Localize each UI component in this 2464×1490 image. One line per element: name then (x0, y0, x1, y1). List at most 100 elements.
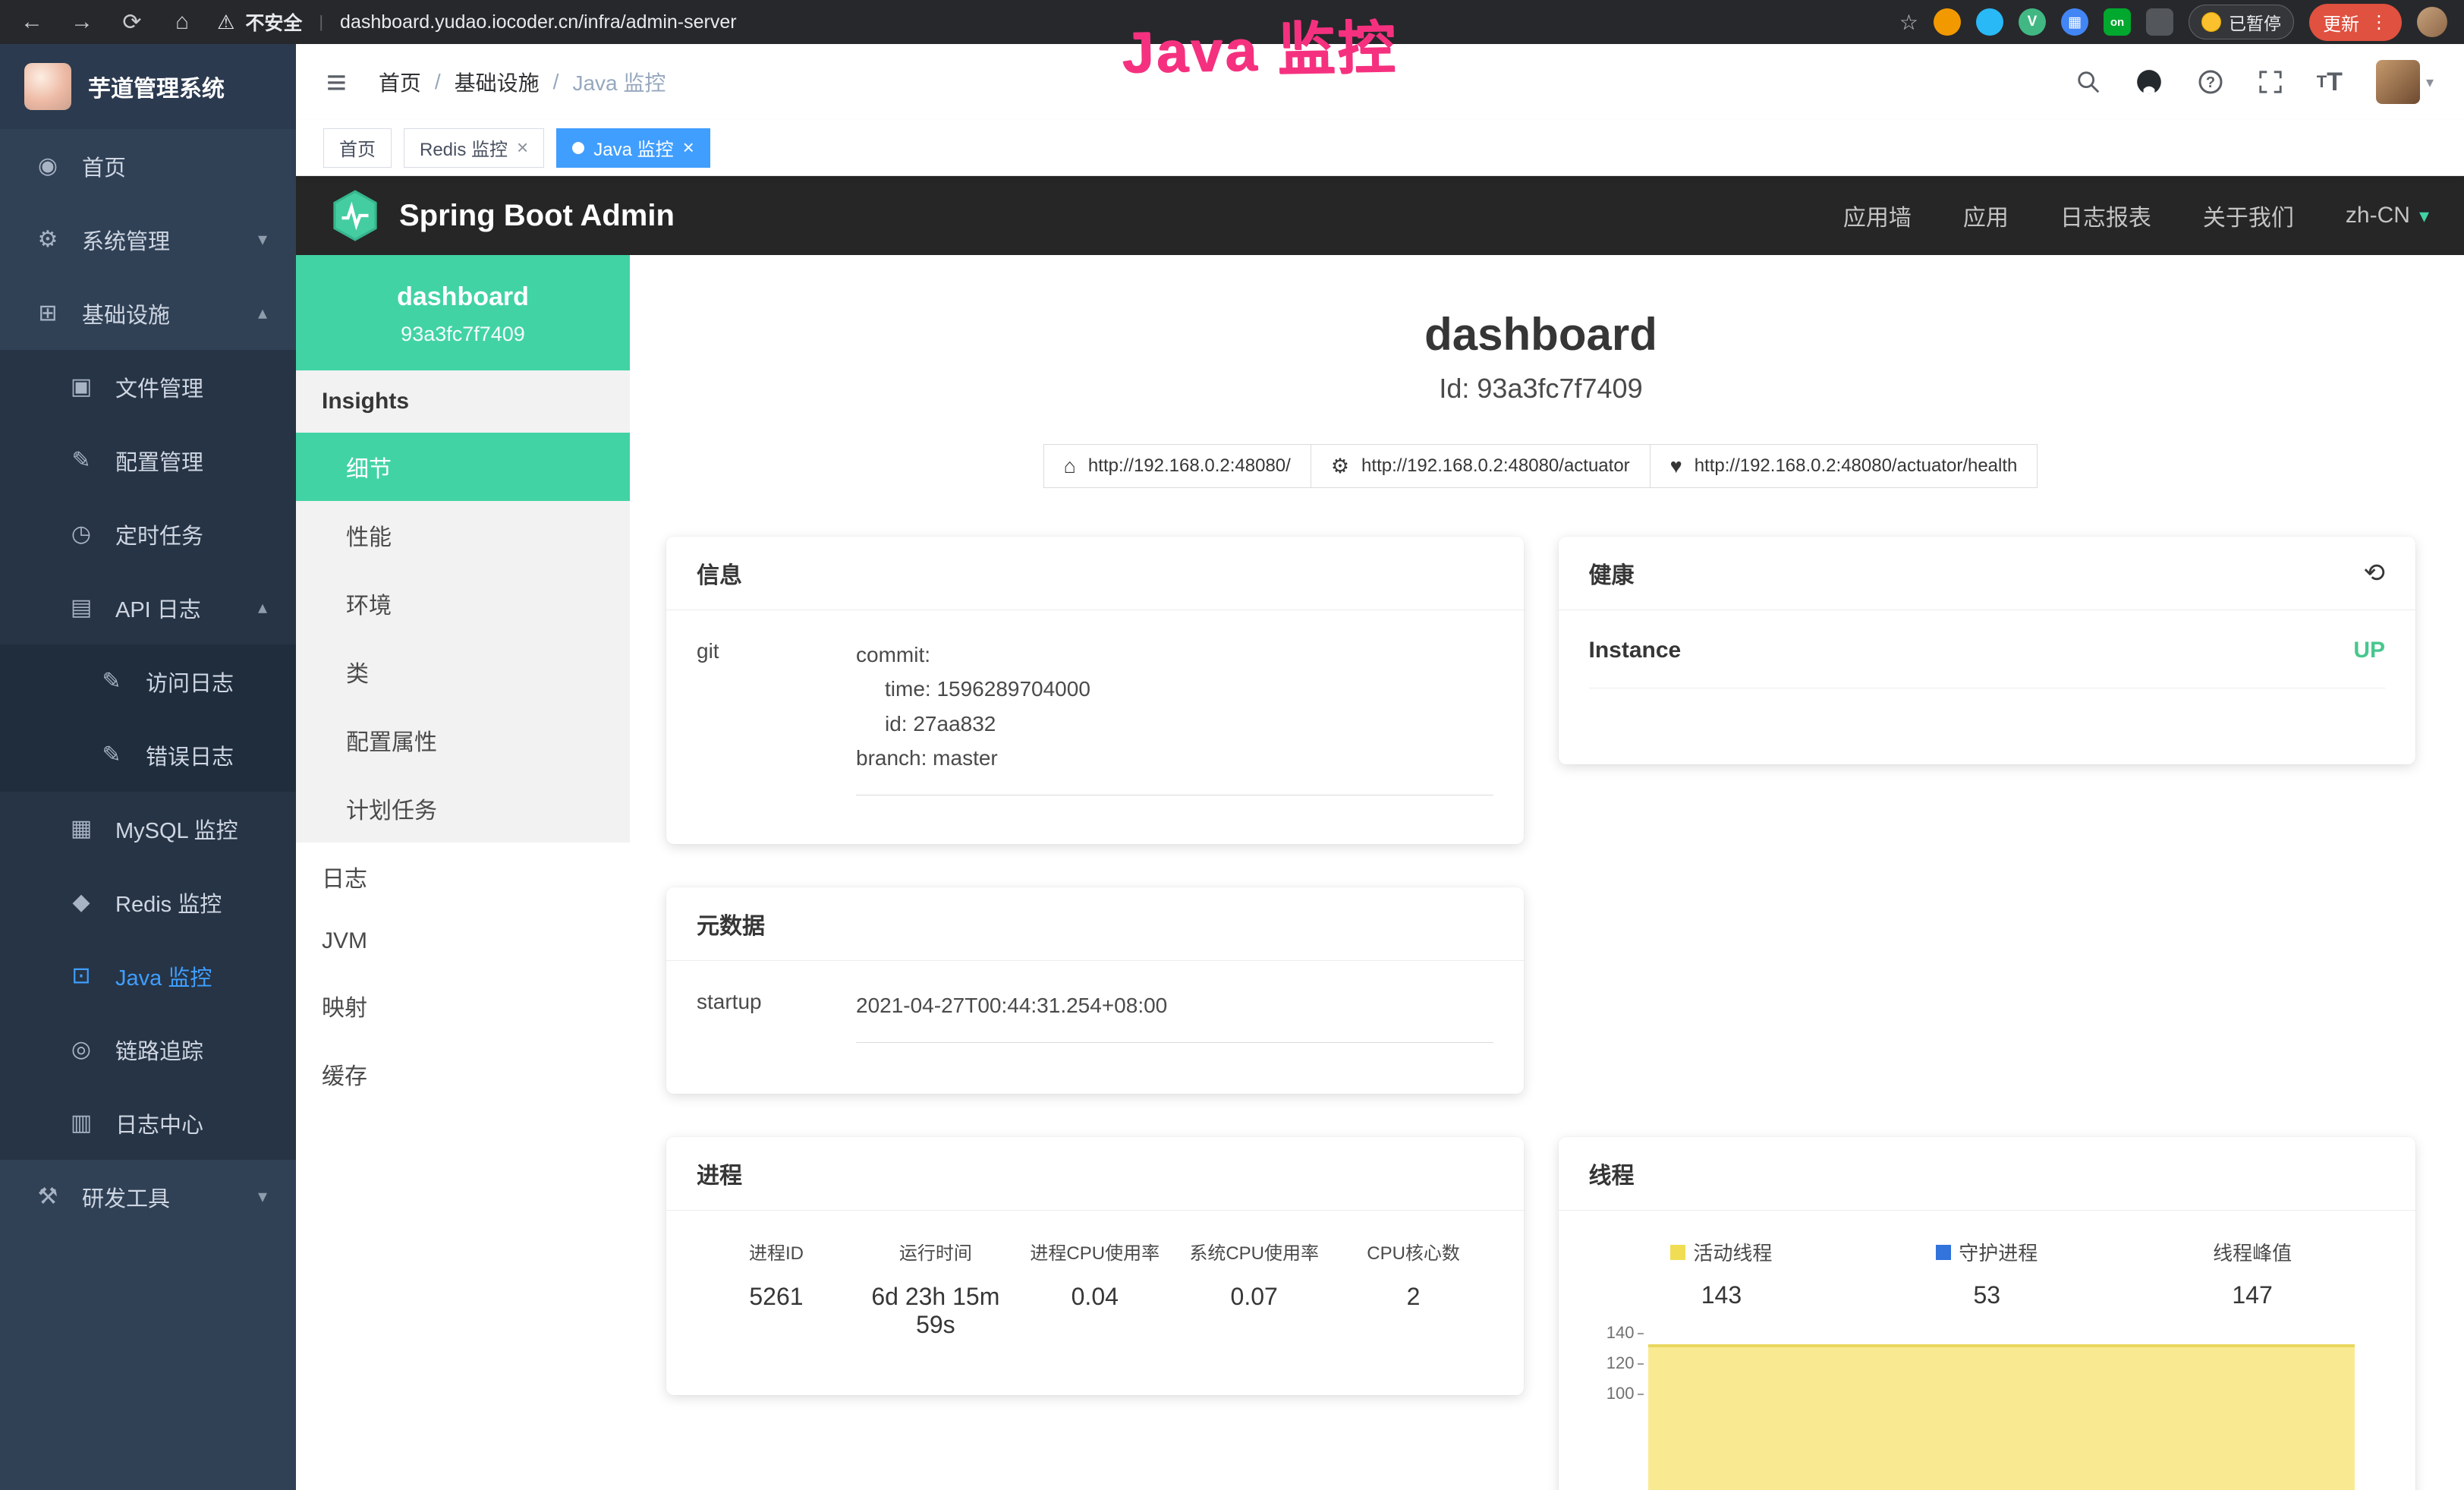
sidebar-item-log-center[interactable]: ▥ 日志中心 (0, 1086, 296, 1160)
sidebar-item-redis-monitor[interactable]: ◆ Redis 监控 (0, 865, 296, 939)
sba-item-logs[interactable]: 日志 (296, 843, 630, 911)
process-col-label: 运行时间 (856, 1238, 1015, 1265)
sba-nav-journal[interactable]: 日志报表 (2060, 199, 2151, 232)
sba-item-environment[interactable]: 环境 (296, 569, 630, 638)
address-bar[interactable]: ⚠ 不安全 | dashboard.yudao.iocoder.cn/infra… (217, 8, 737, 36)
puzzle-icon[interactable] (2146, 8, 2173, 36)
link-url: http://192.168.0.2:48080/ (1088, 455, 1291, 477)
y-tick: 140 (1589, 1323, 1648, 1353)
sidebar-item-tracing[interactable]: ◎ 链路追踪 (0, 1013, 296, 1086)
sidebar-item-label: Redis 监控 (115, 887, 222, 918)
git-branch-line: branch: master (856, 741, 1493, 775)
sidebar-item-label: 基础设施 (82, 298, 170, 329)
card-title: 信息 (697, 556, 742, 590)
warning-icon: ⚠ (217, 11, 234, 34)
sba-item-metrics[interactable]: 性能 (296, 501, 630, 569)
close-icon[interactable]: × (517, 136, 528, 159)
sba-brand[interactable]: Spring Boot Admin (331, 189, 675, 242)
home-icon: ⌂ (1064, 455, 1076, 478)
sba-item-scheduled-tasks[interactable]: 计划任务 (296, 774, 630, 843)
sidebar-item-access-log[interactable]: ✎ 访问日志 (0, 644, 296, 718)
github-icon[interactable] (2135, 68, 2163, 96)
fullscreen-icon[interactable] (2258, 69, 2283, 95)
tag-java-monitor[interactable]: Java 监控 × (556, 128, 710, 168)
legend-value: 147 (2119, 1281, 2385, 1309)
sidebar-item-system[interactable]: ⚙ 系统管理 ▾ (0, 203, 296, 276)
database-icon: ▦ (67, 815, 96, 842)
process-col-label: 进程CPU使用率 (1015, 1238, 1175, 1265)
help-icon[interactable]: ? (2197, 68, 2224, 96)
tag-label: 首页 (339, 134, 376, 161)
sba-item-details[interactable]: 细节 (296, 433, 630, 501)
link-health-url[interactable]: ♥ http://192.168.0.2:48080/actuator/heal… (1650, 444, 2038, 488)
browser-avatar[interactable] (2417, 7, 2447, 37)
sidebar-item-scheduled-jobs[interactable]: ◷ 定时任务 (0, 497, 296, 571)
paused-badge[interactable]: 已暂停 (2189, 5, 2294, 39)
sidebar-item-infra[interactable]: ⊞ 基础设施 ▴ (0, 276, 296, 350)
sba-item-config-props[interactable]: 配置属性 (296, 706, 630, 774)
sidebar-item-java-monitor[interactable]: ⊡ Java 监控 (0, 939, 296, 1013)
sba-nav-wallboard[interactable]: 应用墙 (1843, 199, 1912, 232)
tag-home[interactable]: 首页 (323, 128, 392, 168)
legend-value: 53 (1854, 1281, 2119, 1309)
sidebar-item-label: API 日志 (115, 592, 201, 624)
browser-home-icon[interactable]: ⌂ (167, 9, 197, 35)
y-tick: 100 (1589, 1384, 1648, 1414)
link-service-url[interactable]: ⌂ http://192.168.0.2:48080/ (1043, 444, 1311, 488)
sidebar-item-config-manage[interactable]: ✎ 配置管理 (0, 424, 296, 497)
breadcrumb-home[interactable]: 首页 (379, 67, 421, 97)
avatar[interactable]: ▾ (2376, 60, 2434, 104)
link-actuator-url[interactable]: ⚙ http://192.168.0.2:48080/actuator (1311, 444, 1651, 488)
sidebar-item-label: 访问日志 (146, 666, 234, 698)
extension-grid-icon[interactable]: ▦ (2061, 8, 2088, 36)
sidebar-item-label: MySQL 监控 (115, 813, 238, 845)
logo-title: 芋道管理系统 (88, 70, 225, 103)
sidebar-item-dev-tools[interactable]: ⚒ 研发工具 ▾ (0, 1160, 296, 1233)
font-size-icon[interactable]: TT (2317, 68, 2343, 97)
sidebar-item-label: 日志中心 (115, 1107, 203, 1139)
extension-lighthouse-icon[interactable] (1934, 8, 1961, 36)
tag-redis-monitor[interactable]: Redis 监控 × (404, 128, 544, 168)
locale-select[interactable]: zh-CN ▾ (2346, 203, 2429, 228)
chart-plot-area (1648, 1332, 2355, 1490)
sidebar-item-home[interactable]: ◉ 首页 (0, 129, 296, 203)
search-icon[interactable] (2075, 69, 2101, 95)
forward-icon[interactable]: → (67, 9, 97, 35)
sba-logo-icon (331, 189, 379, 242)
chevron-up-icon: ▴ (258, 302, 267, 324)
breadcrumb-infra[interactable]: 基础设施 (455, 67, 540, 97)
breadcrumb: 首页 / 基础设施 / Java 监控 (379, 67, 666, 97)
logo-image (24, 63, 71, 110)
hamburger-icon[interactable]: ≡ (326, 65, 347, 99)
history-icon[interactable]: ⟲ (2364, 558, 2386, 588)
legend-label: 守护进程 (1959, 1238, 2038, 1266)
locale-value: zh-CN (2346, 203, 2410, 228)
vue-devtools-icon[interactable]: V (2019, 8, 2046, 36)
sba-sidebar: dashboard 93a3fc7f7409 Insights 细节 性能 环境… (296, 255, 630, 1490)
switch-on-icon[interactable]: on (2104, 8, 2131, 36)
page-title: dashboard (666, 308, 2415, 361)
link-url: http://192.168.0.2:48080/actuator (1361, 455, 1630, 477)
sba-item-jvm[interactable]: JVM (296, 911, 630, 972)
sidebar-item-api-log[interactable]: ▤ API 日志 ▴ (0, 571, 296, 644)
process-col-value: 5261 (697, 1283, 856, 1311)
sba-nav-about[interactable]: 关于我们 (2203, 199, 2294, 232)
close-icon[interactable]: × (683, 136, 694, 159)
sidebar-item-file-manage[interactable]: ▣ 文件管理 (0, 350, 296, 424)
update-button[interactable]: 更新 ⋮ (2309, 4, 2402, 41)
sidebar-item-error-log[interactable]: ✎ 错误日志 (0, 718, 296, 792)
back-icon[interactable]: ← (17, 9, 47, 35)
sba-nav-applications[interactable]: 应用 (1963, 199, 2009, 232)
card-info: 信息 git commit: time: 1596289704000 (666, 537, 1524, 844)
legend-label: 活动线程 (1693, 1238, 1772, 1266)
sba-item-caches[interactable]: 缓存 (296, 1040, 630, 1108)
tag-label: Redis 监控 (420, 134, 508, 161)
sidebar-item-mysql-monitor[interactable]: ▦ MySQL 监控 (0, 792, 296, 865)
refresh-icon[interactable]: ⟳ (117, 9, 147, 36)
process-uptime: 运行时间 6d 23h 15m 59s (856, 1238, 1015, 1339)
extension-drop-icon[interactable] (1976, 8, 2003, 36)
sba-item-mappings[interactable]: 映射 (296, 972, 630, 1040)
live-threads-area (1648, 1344, 2355, 1490)
bookmark-star-icon[interactable]: ☆ (1899, 10, 1918, 35)
sba-item-classes[interactable]: 类 (296, 638, 630, 706)
